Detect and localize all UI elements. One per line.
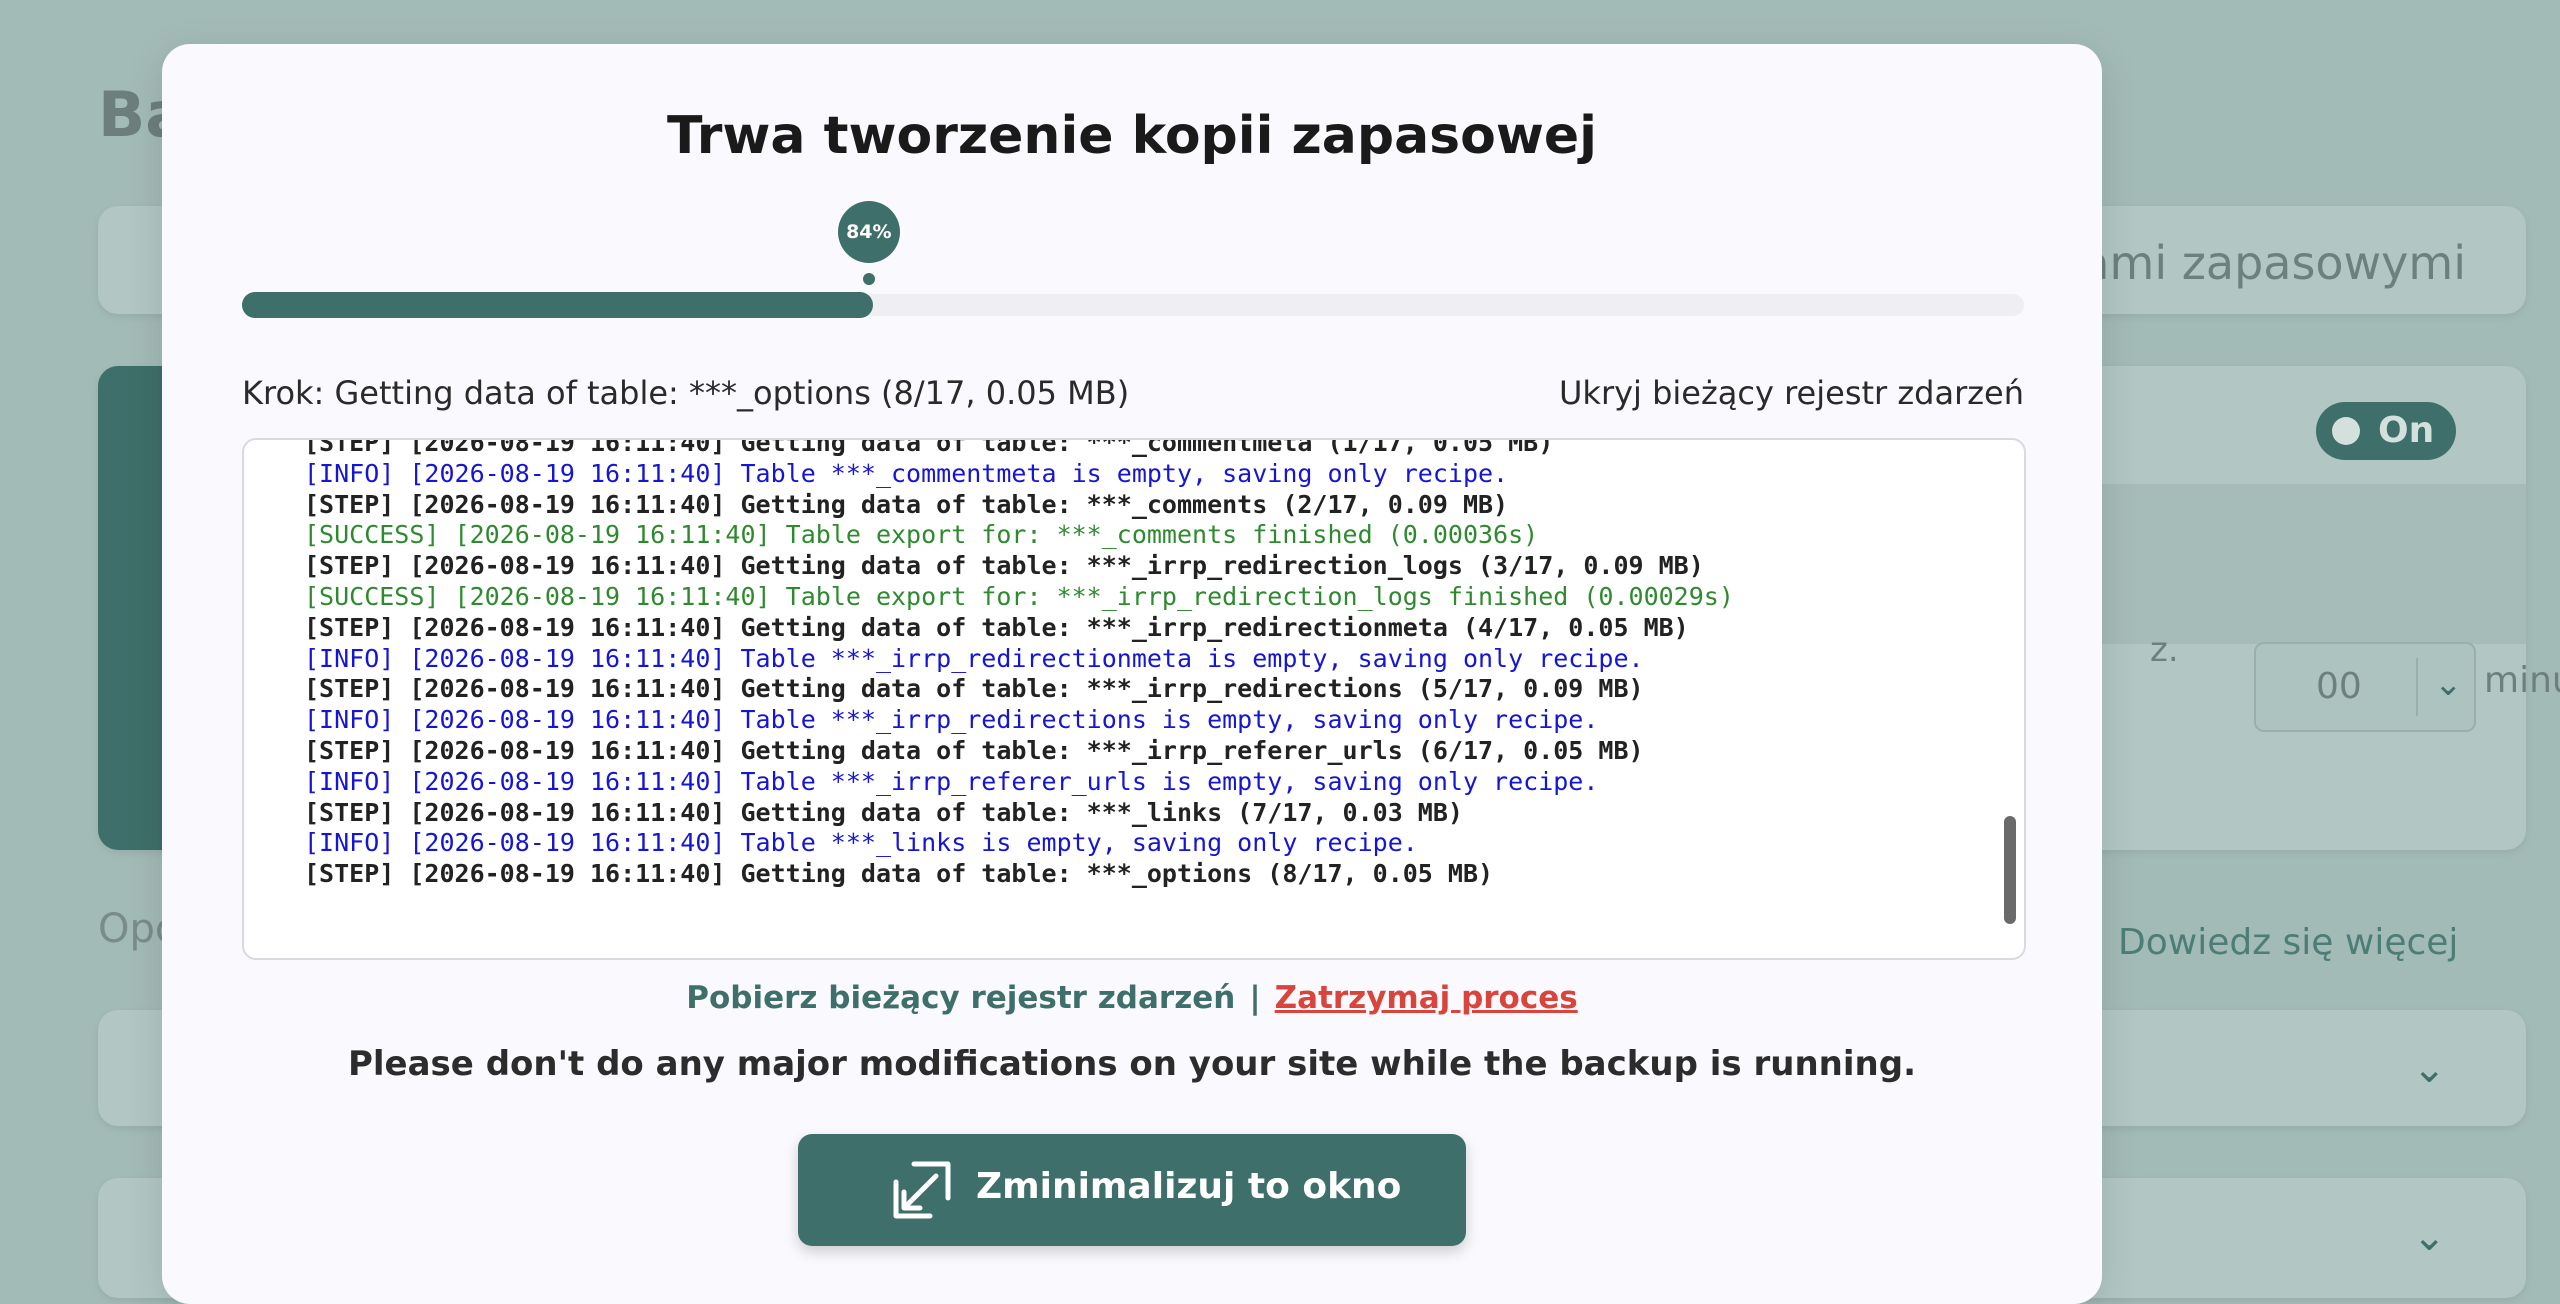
- log-line: [INFO] [2026-08-19 16:11:40] Table ***_l…: [304, 828, 1418, 858]
- schedule-toggle[interactable]: On: [2316, 402, 2456, 460]
- select-divider: [2416, 658, 2418, 716]
- log-line: [STEP] [2026-08-19 16:11:40] Getting dat…: [304, 797, 1463, 827]
- toggle-knob: [2332, 417, 2360, 445]
- chevron-down-icon: ⌄: [2412, 1214, 2446, 1260]
- hide-log-link[interactable]: Ukryj bieżący rejestr zdarzeń: [1559, 374, 2024, 412]
- progress-percent-badge: 84%: [837, 201, 900, 263]
- toggle-label: On: [2378, 410, 2435, 451]
- log-line: [INFO] [2026-08-19 16:11:40] Table ***_c…: [304, 458, 1509, 488]
- log-line: [STEP] [2026-08-19 16:11:40] Getting dat…: [304, 735, 1644, 765]
- event-log[interactable]: [STEP] [2026-08-19 16:11:40] Getting dat…: [242, 438, 2026, 960]
- log-line: [SUCCESS] [2026-08-19 16:11:40] Table ex…: [304, 581, 1734, 611]
- minute-select[interactable]: 00 ⌄: [2254, 642, 2476, 732]
- log-line: [SUCCESS] [2026-08-19 16:11:40] Table ex…: [304, 520, 1539, 550]
- minute-unit: minuty: [2484, 660, 2560, 701]
- modal-title: Trwa tworzenie kopii zapasowej: [666, 106, 1597, 166]
- log-line: [INFO] [2026-08-19 16:11:40] Table ***_i…: [304, 705, 1599, 735]
- learn-more-link[interactable]: Dowiedz się więcej: [2118, 922, 2458, 963]
- separator: |: [1249, 980, 1261, 1016]
- download-log-link[interactable]: Pobierz bieżący rejestr zdarzeń: [686, 980, 1235, 1016]
- log-lines: [STEP] [2026-08-19 16:11:40] Getting dat…: [304, 438, 1994, 890]
- tab-backups[interactable]: ami zapasowymi: [2081, 236, 2466, 290]
- warning-message: Please don't do any major modifications …: [347, 1044, 1916, 1084]
- log-line: [INFO] [2026-08-19 16:11:40] Table ***_i…: [304, 766, 1599, 796]
- log-line: [STEP] [2026-08-19 16:11:40] Getting dat…: [304, 859, 1494, 889]
- progress-marker: [862, 273, 875, 285]
- log-line: [STEP] [2026-08-19 16:11:40] Getting dat…: [304, 438, 1554, 457]
- log-line: [STEP] [2026-08-19 16:11:40] Getting dat…: [304, 612, 1689, 642]
- chevron-down-icon: ⌄: [2412, 1046, 2446, 1092]
- log-scrollbar[interactable]: [2004, 816, 2016, 924]
- stop-process-link[interactable]: Zatrzymaj proces: [1275, 980, 1578, 1016]
- minute-value: 00: [2316, 666, 2362, 707]
- current-step: Krok: Getting data of table: ***_options…: [242, 374, 1130, 412]
- backup-progress-modal: Trwa tworzenie kopii zapasowej 84% Krok:…: [162, 44, 2102, 1304]
- log-line: [STEP] [2026-08-19 16:11:40] Getting dat…: [304, 674, 1644, 704]
- progress-bar: [242, 292, 2024, 318]
- minimize-window-icon: [893, 1161, 951, 1219]
- minimize-button-label: Zminimalizuj to okno: [976, 1166, 1402, 1207]
- log-line: [INFO] [2026-08-19 16:11:40] Table ***_i…: [304, 643, 1644, 673]
- log-line: [STEP] [2026-08-19 16:11:40] Getting dat…: [304, 489, 1509, 519]
- log-line: [STEP] [2026-08-19 16:11:40] Getting dat…: [304, 551, 1704, 581]
- chevron-down-icon: ⌄: [2434, 664, 2463, 704]
- log-actions: Pobierz bieżący rejestr zdarzeń | Zatrzyma…: [162, 980, 2102, 1016]
- hour-suffix: z.: [2150, 630, 2179, 670]
- minimize-window-button[interactable]: Zminimalizuj to okno: [798, 1134, 1466, 1246]
- progress-fill: [242, 292, 873, 318]
